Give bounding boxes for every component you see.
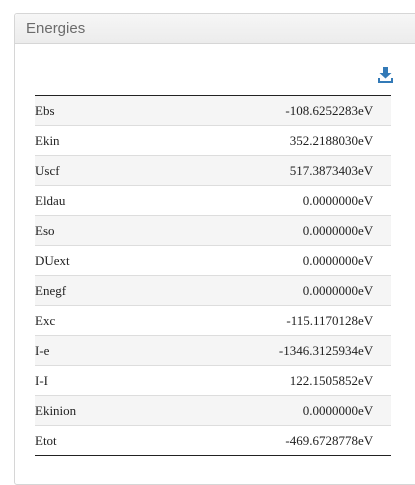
energy-unit: eV xyxy=(358,395,391,426)
energies-table: Ebs -108.6252283 eV Ekin 352.2188030 eV Uscf 51… xyxy=(35,95,391,456)
energy-value: -1346.3125934 xyxy=(158,335,358,366)
energy-unit: eV xyxy=(358,275,391,306)
table-row: Eldau 0.0000000 eV xyxy=(35,185,391,216)
table-row: Exc -115.1170128 eV xyxy=(35,305,391,336)
energies-panel: Energies Ebs -108.6252283 eV Ekin 352.218803… xyxy=(14,13,415,485)
table-row: Ekin 352.2188030 eV xyxy=(35,125,391,156)
energy-value: 0.0000000 xyxy=(158,395,358,426)
energy-unit: eV xyxy=(358,425,391,456)
table-row: Ekinion 0.0000000 eV xyxy=(35,395,391,426)
energy-unit: eV xyxy=(358,305,391,336)
table-row: I-e -1346.3125934 eV xyxy=(35,335,391,366)
energy-unit: eV xyxy=(358,365,391,396)
energy-label: Uscf xyxy=(35,155,158,186)
energy-label: Enegf xyxy=(35,275,158,306)
energy-label: Exc xyxy=(35,305,158,336)
table-row: Etot -469.6728778 eV xyxy=(35,425,391,456)
table-row: Uscf 517.3873403 eV xyxy=(35,155,391,186)
energy-value: -115.1170128 xyxy=(158,305,358,336)
energy-unit: eV xyxy=(358,335,391,366)
table-row: I-I 122.1505852 eV xyxy=(35,365,391,396)
energy-unit: eV xyxy=(358,215,391,246)
energy-label: Ekinion xyxy=(35,395,158,426)
table-row: Eso 0.0000000 eV xyxy=(35,215,391,246)
table-row: DUext 0.0000000 eV xyxy=(35,245,391,276)
table-row: Ebs -108.6252283 eV xyxy=(35,95,391,126)
energy-unit: eV xyxy=(358,245,391,276)
energy-value: -469.6728778 xyxy=(158,425,358,456)
energy-label: Ekin xyxy=(35,125,158,156)
energy-unit: eV xyxy=(358,185,391,216)
energy-value: 517.3873403 xyxy=(158,155,358,186)
download-icon[interactable] xyxy=(378,67,393,83)
energy-value: 0.0000000 xyxy=(158,215,358,246)
energy-label: Ebs xyxy=(35,95,158,126)
energy-unit: eV xyxy=(358,125,391,156)
panel-title: Energies xyxy=(15,14,415,44)
energy-label: Eso xyxy=(35,215,158,246)
energy-label: I-e xyxy=(35,335,158,366)
energy-value: 0.0000000 xyxy=(158,275,358,306)
energy-value: 122.1505852 xyxy=(158,365,358,396)
energy-label: Etot xyxy=(35,425,158,456)
table-row: Enegf 0.0000000 eV xyxy=(35,275,391,306)
energy-value: 352.2188030 xyxy=(158,125,358,156)
energy-label: I-I xyxy=(35,365,158,396)
energy-value: -108.6252283 xyxy=(158,95,358,126)
energy-label: DUext xyxy=(35,245,158,276)
energy-value: 0.0000000 xyxy=(158,185,358,216)
energy-unit: eV xyxy=(358,95,391,126)
energy-value: 0.0000000 xyxy=(158,245,358,276)
energy-unit: eV xyxy=(358,155,391,186)
energy-label: Eldau xyxy=(35,185,158,216)
